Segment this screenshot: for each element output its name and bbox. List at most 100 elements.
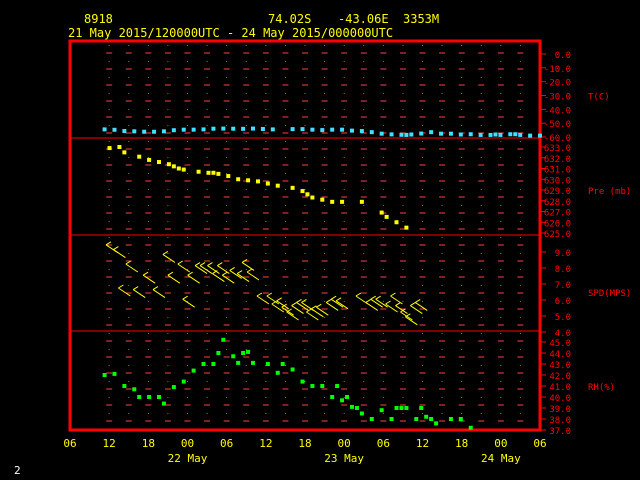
rh-point (419, 406, 424, 410)
y-tick-label: 631.0 (544, 166, 571, 176)
temp-point (409, 132, 414, 137)
pressure-point (236, 177, 241, 182)
x-tick-label: 06 (220, 437, 233, 450)
y-tick-label: 45.0 (549, 339, 571, 349)
wind-barb (142, 271, 156, 284)
rh-point (275, 370, 280, 375)
station-id: 8918 (84, 12, 113, 26)
pressure-point (320, 197, 325, 202)
day-label: 22 May (168, 452, 208, 465)
y-tick-label: 4.0 (555, 329, 571, 339)
rh-point (147, 395, 152, 399)
rh-point (300, 379, 305, 384)
temp-point (349, 128, 354, 133)
rh-point (458, 417, 463, 421)
wind-barb (390, 292, 403, 305)
rh-point (265, 362, 270, 366)
temp-point (251, 126, 256, 131)
x-tick-label: 06 (533, 437, 546, 450)
temp-point (320, 128, 325, 133)
rh-point (132, 387, 137, 392)
x-tick-label: 18 (298, 437, 311, 450)
rh-point (191, 368, 196, 373)
y-tick-label: 39.0 (549, 405, 571, 415)
wind-barb (266, 292, 280, 305)
temp-point (429, 130, 434, 135)
rh-point (448, 417, 453, 421)
rh-point (414, 417, 419, 421)
x-tick-label: 06 (63, 437, 76, 450)
rh-point (399, 406, 404, 410)
rh-point (157, 395, 162, 399)
rh-point (102, 373, 107, 377)
pressure-point (384, 214, 389, 219)
temp-point (399, 132, 404, 137)
rh-point (211, 362, 216, 366)
rh-point (335, 384, 340, 388)
pressure-point (255, 179, 260, 184)
pressure-point (206, 170, 211, 175)
pressure-point (359, 199, 364, 204)
rh-point (231, 354, 236, 359)
y-tick-label: 37.0 (549, 427, 571, 437)
wind-barb (212, 270, 225, 283)
pressure-point (137, 154, 142, 159)
rh-point (310, 384, 315, 388)
wind-barb (194, 262, 208, 275)
pressure-point (330, 199, 335, 204)
temp-point (132, 129, 137, 134)
temp-point (379, 131, 384, 136)
meteogram-chart: 0.0 -10.0 -20.0 -30.0 -40.0 -50.0 -60.0 T(C) 633… (63, 39, 631, 465)
temp-point (340, 127, 345, 132)
pressure-point (117, 145, 122, 149)
wind-barb (187, 271, 200, 284)
pressure-point (147, 157, 152, 162)
y-tick-label: 625.0 (544, 230, 571, 240)
day-label: 24 May (481, 452, 521, 465)
y-tick-label: 41.0 (549, 383, 571, 393)
temp-point (310, 127, 315, 132)
temp-point (122, 129, 127, 134)
temp-point (419, 131, 424, 136)
temp-point (270, 127, 275, 132)
temp-point (290, 127, 295, 132)
pressure-point (300, 189, 305, 194)
y-tick-label: -50.0 (544, 120, 571, 130)
y-tick-label: 633.0 (544, 144, 571, 154)
pressure-point (404, 225, 409, 230)
rh-point (181, 379, 186, 384)
wind-barb (256, 292, 270, 305)
temp-point (221, 126, 226, 131)
wind-barb (118, 284, 131, 297)
wind-barb (167, 271, 181, 284)
wind-barb (113, 246, 126, 259)
corner-label: 2 (14, 464, 21, 477)
wind-barb (125, 260, 139, 273)
panel-label: T(C) (588, 93, 610, 103)
pressure-point (265, 181, 270, 186)
rh-point (379, 408, 384, 413)
rh-point (201, 362, 206, 366)
temp-point (211, 126, 216, 131)
rh-point (112, 371, 117, 376)
y-tick-label: -60.0 (544, 134, 571, 144)
rh-point (389, 417, 394, 421)
wind-barb (177, 260, 191, 273)
x-tick-label: 06 (377, 437, 390, 450)
wind-barb (370, 295, 383, 308)
rh-point (137, 395, 142, 399)
station-elev: 3353M (403, 12, 440, 26)
y-tick-label: 5.0 (555, 313, 571, 323)
temp-point (468, 132, 473, 137)
temp-point (508, 132, 513, 137)
y-tick-label: 626.0 (544, 219, 571, 229)
pressure-point (226, 174, 231, 179)
rh-point (216, 351, 221, 355)
station-lat: 74.02S (268, 12, 312, 26)
temp-point (513, 132, 518, 137)
wind-barb (365, 298, 379, 311)
pressure-point (122, 150, 127, 155)
temp-point (112, 127, 117, 132)
y-tick-label: 6.0 (555, 297, 571, 307)
pressure-point (379, 210, 384, 215)
